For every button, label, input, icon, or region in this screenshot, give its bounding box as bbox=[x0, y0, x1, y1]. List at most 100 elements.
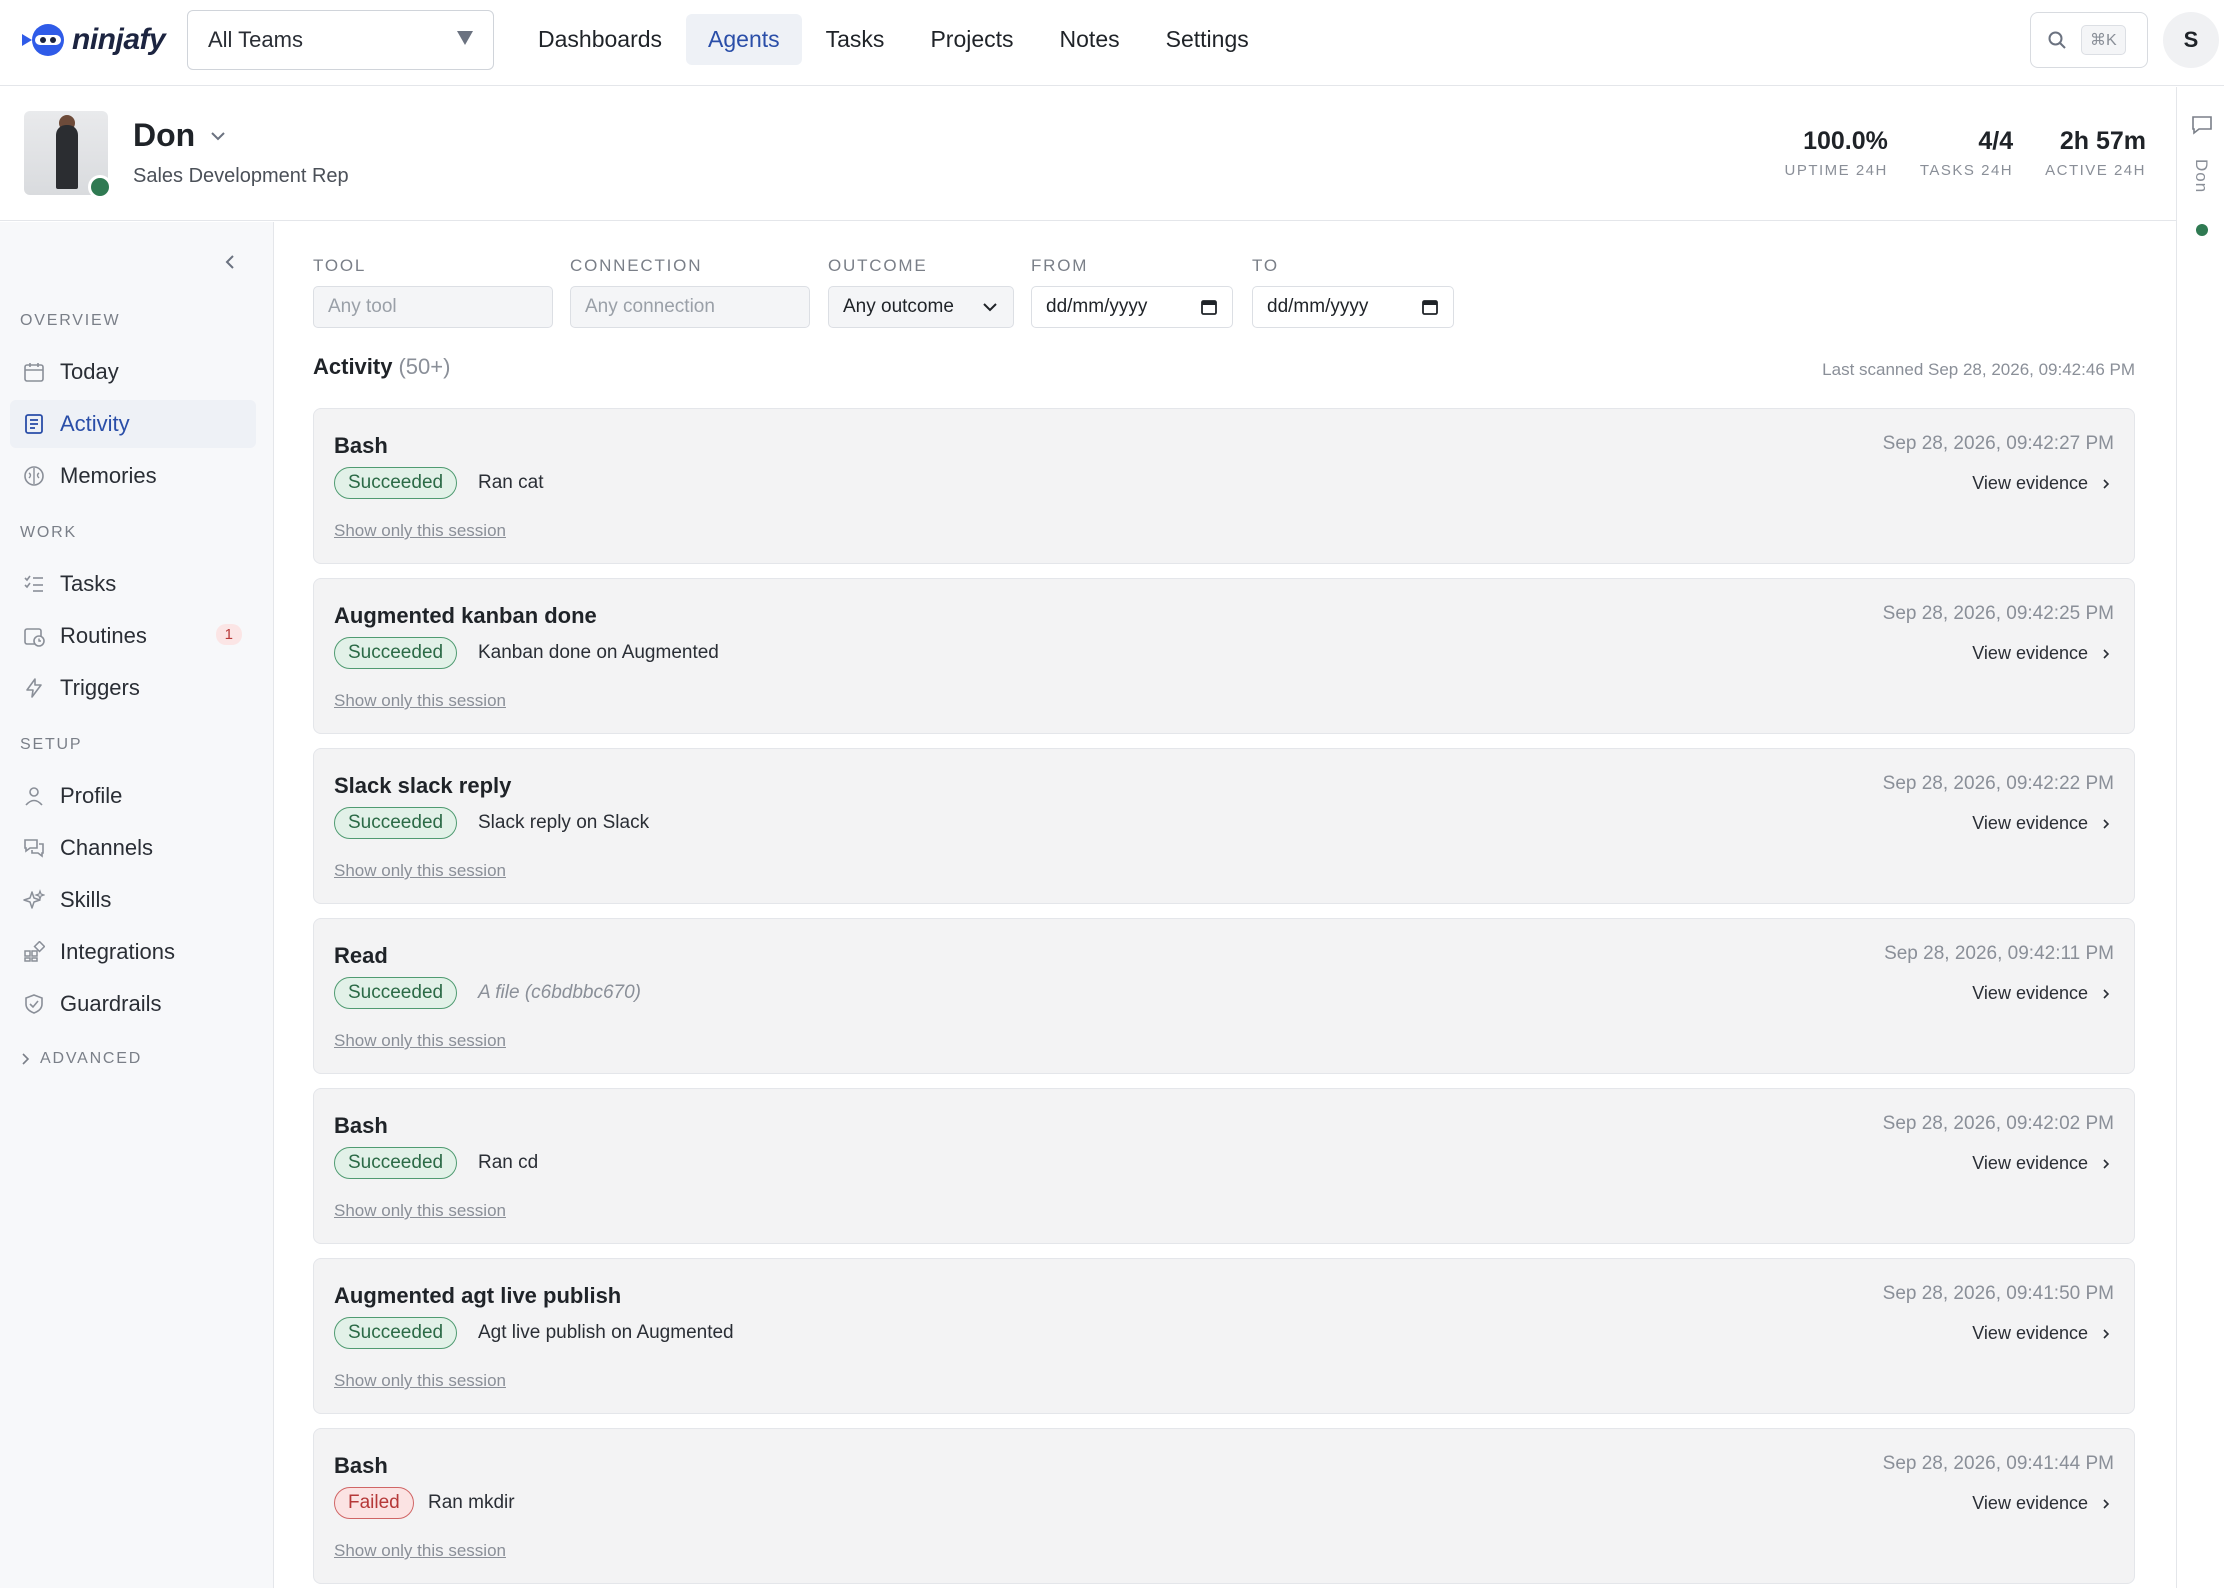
sidebar-item-channels[interactable]: Channels bbox=[10, 824, 256, 872]
sidebar-item-tasks[interactable]: Tasks bbox=[10, 560, 256, 608]
user-icon bbox=[22, 784, 46, 808]
show-session-link[interactable]: Show only this session bbox=[334, 691, 506, 711]
calendar-icon[interactable] bbox=[1200, 298, 1218, 316]
chevron-down-icon bbox=[983, 303, 997, 312]
view-evidence-link[interactable]: View evidence bbox=[1972, 813, 2110, 834]
advanced-label: ADVANCED bbox=[40, 1050, 143, 1067]
activity-card[interactable]: Bash Succeeded Ran cd Sep 28, 2026, 09:42:0… bbox=[313, 1088, 2135, 1244]
rail-agent-label[interactable]: Don bbox=[2191, 159, 2211, 193]
to-date-input[interactable]: dd/mm/yyyy bbox=[1252, 286, 1454, 328]
agent-switcher[interactable]: Don bbox=[133, 117, 227, 154]
view-evidence-label: View evidence bbox=[1972, 1493, 2088, 1513]
view-evidence-link[interactable]: View evidence bbox=[1972, 983, 2110, 1004]
show-session-link[interactable]: Show only this session bbox=[334, 1541, 506, 1561]
activity-timestamp: Sep 28, 2026, 09:42:02 PM bbox=[1882, 1113, 2114, 1134]
view-evidence-link[interactable]: View evidence bbox=[1972, 643, 2110, 664]
to-date-value: dd/mm/yyyy bbox=[1267, 296, 1369, 317]
online-status-icon bbox=[88, 175, 112, 199]
connection-filter-input[interactable]: Any connection bbox=[570, 286, 810, 328]
activity-description: Slack reply on Slack bbox=[478, 812, 650, 833]
activity-description: A file (c6bdbbc670) bbox=[478, 982, 642, 1003]
status-badge: Succeeded bbox=[334, 637, 458, 669]
sidebar-item-label: Channels bbox=[60, 835, 153, 860]
nav-agents[interactable]: Agents bbox=[686, 14, 802, 65]
collapse-sidebar-icon[interactable] bbox=[220, 252, 240, 272]
activity-card[interactable]: Bash Failed Ran mkdir Sep 28, 2026, 09:41:4… bbox=[313, 1428, 2135, 1584]
brain-icon bbox=[22, 464, 46, 488]
sidebar-item-integrations[interactable]: Integrations bbox=[10, 928, 256, 976]
view-evidence-label: View evidence bbox=[1972, 473, 2088, 493]
chevron-right-icon bbox=[2103, 1498, 2110, 1509]
stat-label: UPTIME 24H bbox=[1784, 162, 1888, 179]
activity-icon bbox=[22, 412, 46, 436]
activity-timestamp: Sep 28, 2026, 09:41:50 PM bbox=[1882, 1283, 2114, 1304]
outcome-filter-select[interactable]: Any outcome bbox=[828, 286, 1014, 328]
nav-projects[interactable]: Projects bbox=[908, 14, 1035, 65]
search-shortcut: ⌘K bbox=[2081, 25, 2126, 55]
brand-logo[interactable]: ninjafy bbox=[20, 20, 166, 60]
calendar-icon[interactable] bbox=[1421, 298, 1439, 316]
advanced-toggle[interactable]: ADVANCED bbox=[20, 1050, 142, 1068]
view-evidence-link[interactable]: View evidence bbox=[1972, 1153, 2110, 1174]
activity-description: Ran cat bbox=[478, 472, 544, 493]
chevron-right-icon bbox=[2103, 818, 2110, 829]
nav-dashboards[interactable]: Dashboards bbox=[516, 14, 684, 65]
activity-title: Slack slack reply bbox=[334, 773, 512, 798]
activity-title: Activity bbox=[313, 354, 393, 379]
agent-header: Don Sales Development Rep 100.0% UPTIME … bbox=[0, 87, 2176, 221]
sidebar-item-routines[interactable]: Routines 1 bbox=[10, 612, 256, 660]
chevron-right-icon bbox=[2103, 648, 2110, 659]
sidebar-item-today[interactable]: Today bbox=[10, 348, 256, 396]
view-evidence-label: View evidence bbox=[1972, 1153, 2088, 1173]
show-session-link[interactable]: Show only this session bbox=[334, 1201, 506, 1221]
activity-card[interactable]: Read Succeeded A file (c6bdbbc670) Sep 28, … bbox=[313, 918, 2135, 1074]
sidebar-item-activity[interactable]: Activity bbox=[10, 400, 256, 448]
main-nav: Dashboards Agents Tasks Projects Notes S… bbox=[516, 14, 1273, 65]
view-evidence-label: View evidence bbox=[1972, 813, 2088, 833]
show-session-link[interactable]: Show only this session bbox=[334, 521, 506, 541]
sidebar-item-triggers[interactable]: Triggers bbox=[10, 664, 256, 712]
view-evidence-label: View evidence bbox=[1972, 1323, 2088, 1343]
nav-tasks[interactable]: Tasks bbox=[804, 14, 907, 65]
tool-filter-input[interactable]: Any tool bbox=[313, 286, 553, 328]
chat-bubble-icon[interactable] bbox=[2191, 115, 2213, 135]
calendar-icon bbox=[22, 360, 46, 384]
user-avatar[interactable]: S bbox=[2163, 12, 2219, 68]
filter-label-outcome: OUTCOME bbox=[828, 256, 928, 275]
rail-status-icon bbox=[2196, 224, 2208, 236]
from-date-input[interactable]: dd/mm/yyyy bbox=[1031, 286, 1233, 328]
team-select[interactable]: All Teams bbox=[187, 10, 494, 70]
activity-title: Read bbox=[334, 943, 388, 968]
search-button[interactable]: ⌘K bbox=[2030, 12, 2148, 68]
show-session-link[interactable]: Show only this session bbox=[334, 861, 506, 881]
lightning-icon bbox=[22, 676, 46, 700]
activity-title: Bash bbox=[334, 433, 388, 458]
view-evidence-link[interactable]: View evidence bbox=[1972, 1493, 2110, 1514]
activity-card[interactable]: Augmented agt live publish Succeeded Agt l… bbox=[313, 1258, 2135, 1414]
activity-card[interactable]: Slack slack reply Succeeded Slack reply on… bbox=[313, 748, 2135, 904]
activity-card[interactable]: Augmented kanban done Succeeded Kanban don… bbox=[313, 578, 2135, 734]
view-evidence-link[interactable]: View evidence bbox=[1972, 473, 2110, 494]
section-title-setup: SETUP bbox=[20, 736, 83, 753]
routines-count-badge: 1 bbox=[215, 624, 242, 645]
show-session-link[interactable]: Show only this session bbox=[334, 1031, 506, 1051]
sidebar-item-label: Profile bbox=[60, 783, 123, 808]
nav-settings[interactable]: Settings bbox=[1144, 14, 1271, 65]
chevron-right-icon bbox=[22, 1053, 30, 1065]
activity-description: Kanban done on Augmented bbox=[478, 642, 719, 663]
search-icon bbox=[2048, 31, 2066, 49]
show-session-link[interactable]: Show only this session bbox=[334, 1371, 506, 1391]
caret-down-icon bbox=[457, 31, 473, 45]
status-badge: Succeeded bbox=[334, 1317, 458, 1349]
activity-card[interactable]: Bash Succeeded Ran cat Sep 28, 2026, 09:42:… bbox=[313, 408, 2135, 564]
activity-title: Bash bbox=[334, 1113, 388, 1138]
activity-description: Ran mkdir bbox=[428, 1492, 515, 1513]
nav-notes[interactable]: Notes bbox=[1038, 14, 1142, 65]
view-evidence-link[interactable]: View evidence bbox=[1972, 1323, 2110, 1344]
activity-description: Agt live publish on Augmented bbox=[478, 1322, 734, 1343]
calendar-clock-icon bbox=[22, 624, 46, 648]
sidebar-item-guardrails[interactable]: Guardrails bbox=[10, 980, 256, 1028]
sidebar-item-profile[interactable]: Profile bbox=[10, 772, 256, 820]
sidebar-item-memories[interactable]: Memories bbox=[10, 452, 256, 500]
sidebar-item-skills[interactable]: Skills bbox=[10, 876, 256, 924]
